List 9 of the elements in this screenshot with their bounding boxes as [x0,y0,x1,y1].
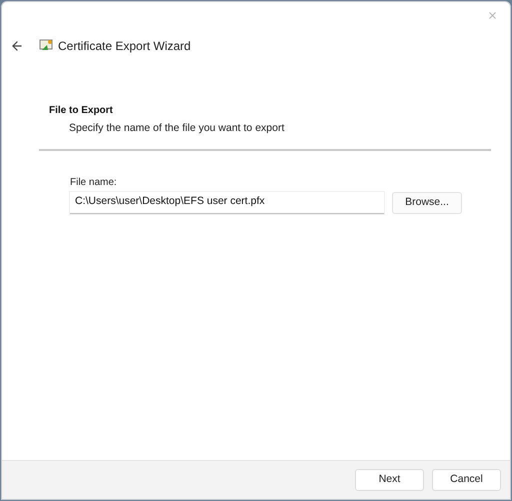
section-subtitle: Specify the name of the file you want to export [68,121,286,136]
window-title: Certificate Export Wizard [58,38,191,55]
cancel-button[interactable]: Cancel [432,469,501,491]
next-button[interactable]: Next [355,469,424,491]
browse-button[interactable]: Browse... [392,192,462,214]
section-title: File to Export [49,104,114,118]
back-icon[interactable] [10,39,24,53]
file-name-field[interactable]: C:\Users\user\Desktop\EFS user cert.pfx [70,192,384,214]
field-label: File name: [70,176,118,190]
